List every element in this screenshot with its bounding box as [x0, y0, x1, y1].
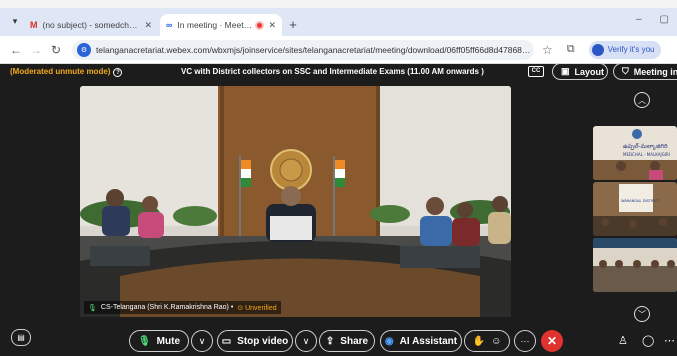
thumbnail-video: ఉప్పల్-మల్కాజిగిరి MEDCHAL - MALKAJGIRI	[593, 126, 677, 180]
url-field[interactable]: ⚙ telanganacretariat.webex.com/wbxmjs/jo…	[72, 39, 534, 60]
gmail-icon: M	[30, 20, 38, 30]
speaker-name: CS-Telangana (Shri K.Ramakrishna Rao)	[100, 304, 229, 311]
microphone-icon: 🎙	[137, 335, 151, 347]
webex-icon: ∞	[166, 20, 173, 30]
meeting-title: VC with District collectors on SSC and I…	[181, 67, 484, 76]
camera-icon: ▭	[221, 335, 232, 347]
ai-assistant-button[interactable]: ◉ AI Assistant	[380, 330, 462, 352]
thumbnail-video: WARANGAL DISTRICT	[593, 182, 677, 236]
unverified-warning: ⊙ Unverified	[237, 304, 277, 312]
closed-captions-button[interactable]: CC	[528, 66, 544, 77]
more-icon[interactable]: ⋯	[664, 334, 675, 347]
separator-dot: •	[230, 304, 234, 311]
main-video-feed[interactable]: 🎙 CS-Telangana (Shri K.Ramakrishna Rao) …	[80, 86, 511, 317]
shield-icon: ⛉	[622, 66, 629, 76]
tab-search-icon[interactable]: ▾	[6, 12, 24, 30]
reactions-button[interactable]: ✋ ☺	[464, 330, 510, 352]
webex-meeting-window: (Moderated unmute mode)? VC with Distric…	[0, 64, 677, 356]
star-icon[interactable]: ☆	[542, 43, 553, 57]
audio-options-chevron-icon[interactable]: ∨	[191, 330, 213, 352]
participant-thumbnail[interactable]	[593, 238, 677, 292]
participant-thumbnail[interactable]: ఉప్పల్-మల్కాజిగిరి MEDCHAL - MALKAJGIRI	[593, 126, 677, 180]
recording-icon	[255, 20, 265, 30]
leave-meeting-button[interactable]: ✕	[541, 330, 563, 352]
thumbnail-caption: MEDCHAL - MALKAJGIRI	[623, 152, 670, 157]
browser-tab-bar: ▾ M (no subject) - somedcharsat.c ✕ ∞ In…	[0, 8, 677, 36]
speaker-name-label: 🎙 CS-Telangana (Shri K.Ramakrishna Rao) …	[84, 301, 281, 314]
mute-button[interactable]: 🎙 Mute	[129, 330, 189, 352]
back-arrow-icon[interactable]: ←	[6, 43, 26, 57]
meeting-info-button[interactable]: ⛉ Meeting in	[613, 64, 677, 80]
chevron-down-icon[interactable]: ﹀	[634, 306, 650, 322]
puzzle-icon[interactable]: ⧉	[567, 43, 575, 56]
profile-button[interactable]: Verify it's you	[588, 40, 661, 59]
tab-title: In meeting · Meeting · Web	[177, 20, 253, 30]
raise-hand-icon: ✋	[472, 335, 486, 347]
minimize-icon[interactable]: –	[636, 14, 642, 25]
chat-bubble-icon[interactable]: ◯	[642, 334, 654, 347]
profile-label: Verify it's you	[607, 45, 655, 54]
site-info-icon[interactable]: ⚙	[77, 42, 91, 57]
thumbnail-caption: ఉప్పల్-మల్కాజిగిరి	[623, 142, 668, 151]
help-icon[interactable]: ?	[113, 68, 123, 77]
url-text: telanganacretariat.webex.com/wbxmjs/join…	[96, 44, 534, 55]
address-bar-row: ← → ↻ ⚙ telanganacretariat.webex.com/wbx…	[0, 36, 677, 64]
meeting-header: (Moderated unmute mode)? VC with Distric…	[0, 64, 677, 80]
conference-room-image	[80, 86, 511, 317]
browser-tab-webex[interactable]: ∞ In meeting · Meeting · Web ✕	[160, 14, 282, 36]
chevron-up-icon[interactable]: ︿	[634, 92, 650, 108]
forward-arrow-icon[interactable]: →	[26, 43, 46, 57]
participant-thumbnail[interactable]: WARANGAL DISTRICT	[593, 182, 677, 236]
chat-icon[interactable]: ▤	[11, 329, 31, 346]
new-tab-button[interactable]: +	[284, 15, 302, 33]
browser-tab-gmail[interactable]: M (no subject) - somedcharsat.c ✕	[24, 14, 158, 36]
window-controls: – ▢	[636, 14, 669, 25]
close-icon[interactable]: ✕	[268, 20, 276, 31]
thumbnail-caption: WARANGAL DISTRICT	[621, 199, 660, 203]
close-icon[interactable]: ✕	[144, 20, 152, 31]
reload-icon[interactable]: ↻	[46, 43, 66, 57]
video-options-chevron-icon[interactable]: ∨	[295, 330, 317, 352]
maximize-icon[interactable]: ▢	[660, 14, 669, 25]
microphone-icon: 🎙	[88, 304, 97, 312]
layout-icon: ▣	[561, 66, 570, 76]
stop-video-button[interactable]: ▭ Stop video	[217, 330, 293, 352]
thumbnail-video	[593, 238, 677, 292]
participants-icon[interactable]: ♙	[618, 334, 628, 347]
screen-top-strip	[0, 0, 677, 8]
layout-button[interactable]: ▣ Layout	[552, 64, 608, 80]
share-button[interactable]: ⇪ Share	[319, 330, 375, 352]
share-icon: ⇪	[325, 335, 335, 347]
avatar	[591, 43, 604, 56]
ai-assistant-icon: ◉	[384, 335, 394, 347]
tab-title: (no subject) - somedcharsat.c	[42, 20, 141, 30]
more-options-button[interactable]: ···	[514, 330, 536, 352]
moderated-mode-label: (Moderated unmute mode)?	[10, 67, 123, 77]
smile-icon: ☺	[491, 335, 502, 347]
